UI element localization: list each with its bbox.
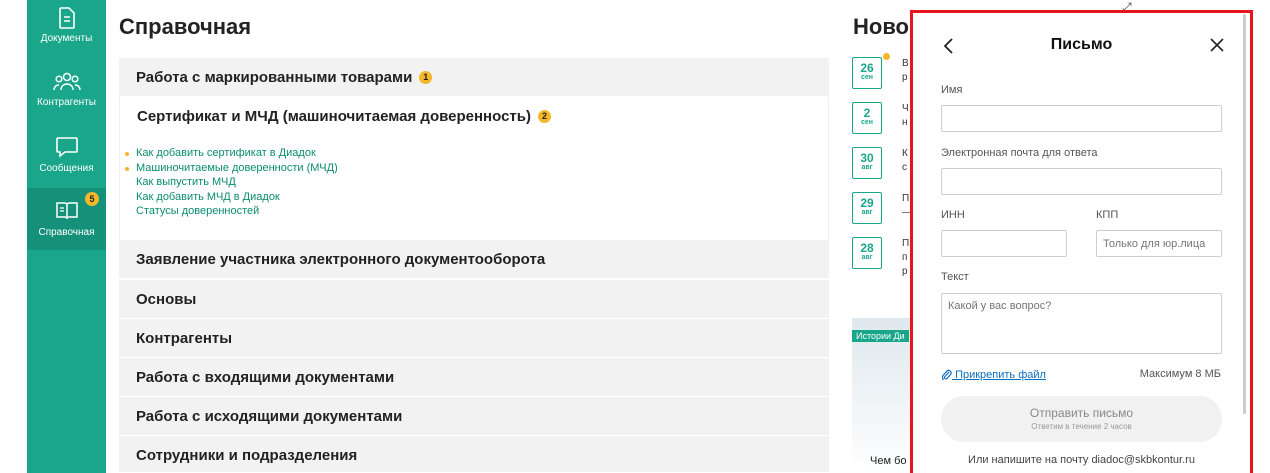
section-badge: 2 bbox=[537, 110, 551, 123]
section-incoming[interactable]: Работа с входящими документами bbox=[119, 358, 829, 397]
news-title: Ново bbox=[853, 14, 909, 39]
help-link[interactable]: Как добавить МЧД в Диадок bbox=[136, 190, 338, 205]
mail-note: Или напишите на почту diadoc@skbkontur.r… bbox=[968, 454, 1195, 466]
section-badge: 1 bbox=[419, 71, 433, 84]
max-size-note: Максимум 8 МБ bbox=[1139, 368, 1221, 380]
sidebar-item-counterparties[interactable]: Контрагенты bbox=[27, 68, 106, 130]
news-month: авг bbox=[861, 164, 873, 171]
text-label: Текст bbox=[941, 271, 969, 283]
sidebar-item-documents[interactable]: Документы bbox=[27, 4, 106, 66]
document-icon bbox=[58, 7, 75, 29]
section-title: Работа с маркированными товарами bbox=[136, 69, 413, 86]
news-date[interactable]: 30 авг bbox=[852, 147, 882, 179]
inn-label: ИНН bbox=[941, 209, 965, 221]
sidebar-item-help[interactable]: 5 Справочная bbox=[27, 188, 106, 250]
section-links: Как добавить сертификат в Диадок Машиноч… bbox=[125, 146, 338, 219]
news-day: 28 bbox=[860, 241, 874, 255]
name-field[interactable] bbox=[941, 105, 1222, 132]
section-title: Заявление участника электронного докумен… bbox=[136, 251, 546, 268]
message-textarea[interactable] bbox=[941, 293, 1222, 354]
email-field[interactable] bbox=[941, 168, 1222, 195]
sidebar-item-label: Сообщения bbox=[39, 163, 94, 174]
section-title: Контрагенты bbox=[136, 330, 233, 347]
unread-dot bbox=[883, 53, 890, 60]
send-letter-button[interactable]: Отправить письмо Ответим в течение 2 час… bbox=[941, 396, 1222, 442]
section-title: Работа с исходящими документами bbox=[136, 408, 403, 425]
panel-title: Письмо bbox=[1050, 36, 1113, 53]
attach-file-link[interactable]: Прикрепить файл bbox=[941, 368, 1046, 382]
section-outgoing[interactable]: Работа с исходящими документами bbox=[119, 397, 829, 436]
page: Документы Контрагенты Сообщения 5 Справо… bbox=[0, 0, 1270, 473]
section-marked-goods[interactable]: Работа с маркированными товарами 1 bbox=[119, 58, 829, 97]
chat-icon bbox=[55, 137, 78, 158]
sidebar-item-label: Документы bbox=[40, 33, 93, 44]
book-icon bbox=[55, 202, 78, 220]
news-month: сен bbox=[860, 74, 873, 81]
news-text[interactable]: В р bbox=[902, 57, 910, 87]
close-icon[interactable] bbox=[1210, 38, 1224, 57]
section-title: Сотрудники и подразделения bbox=[136, 447, 358, 464]
send-label: Отправить письмо bbox=[1029, 406, 1134, 420]
kpp-label: КПП bbox=[1096, 209, 1119, 221]
help-badge: 5 bbox=[85, 192, 99, 206]
section-title: Основы bbox=[136, 291, 197, 308]
news-day: 2 bbox=[863, 106, 871, 120]
help-link[interactable]: Как добавить сертификат в Диадок bbox=[125, 146, 338, 161]
news-month: сен bbox=[860, 119, 873, 126]
news-text[interactable]: К с bbox=[902, 147, 910, 177]
section-employees[interactable]: Сотрудники и подразделения bbox=[119, 436, 829, 473]
news-month: авг bbox=[861, 254, 873, 261]
news-day: 29 bbox=[860, 196, 874, 210]
name-label: Имя bbox=[941, 84, 963, 96]
news-date[interactable]: 26 сен bbox=[852, 57, 882, 89]
sidebar-item-label: Справочная bbox=[38, 227, 95, 238]
section-edo-application[interactable]: Заявление участника электронного докумен… bbox=[119, 240, 829, 279]
news-day: 26 bbox=[860, 61, 874, 75]
news-day: 30 bbox=[860, 151, 874, 165]
paperclip-icon bbox=[941, 369, 952, 382]
news-text[interactable]: Ч н bbox=[902, 102, 910, 132]
kpp-field[interactable] bbox=[1096, 230, 1222, 257]
section-header[interactable]: Сертификат и МЧД (машиночитаемая доверен… bbox=[137, 108, 551, 125]
news-date[interactable]: 2 сен bbox=[852, 102, 882, 134]
panel-scrollbar[interactable] bbox=[1243, 14, 1246, 414]
section-title: Сертификат и МЧД (машиночитаемая доверен… bbox=[137, 108, 531, 125]
help-link[interactable]: Статусы доверенностей bbox=[136, 204, 338, 219]
help-link[interactable]: Машиночитаемые доверенности (МЧД) bbox=[125, 161, 338, 176]
story-tag: Истории Ди bbox=[852, 330, 909, 342]
letter-panel: Письмо Имя Электронная почта для ответа … bbox=[910, 10, 1253, 473]
email-label: Электронная почта для ответа bbox=[941, 147, 1098, 159]
send-sublabel: Ответим в течение 2 часов bbox=[1031, 422, 1132, 431]
story-caption: Чем бо bbox=[870, 455, 907, 467]
section-basics[interactable]: Основы bbox=[119, 280, 829, 319]
section-title: Работа с входящими документами bbox=[136, 369, 395, 386]
page-title: Справочная bbox=[119, 14, 252, 39]
news-text[interactable]: П — bbox=[902, 192, 910, 222]
sidebar-item-messages[interactable]: Сообщения bbox=[27, 132, 106, 194]
inn-field[interactable] bbox=[941, 230, 1067, 257]
section-counterparties[interactable]: Контрагенты bbox=[119, 319, 829, 358]
sidebar: Документы Контрагенты Сообщения 5 Справо… bbox=[27, 0, 106, 473]
story-card[interactable]: Истории Ди Чем бо bbox=[852, 318, 912, 473]
attach-label: Прикрепить файл bbox=[955, 369, 1046, 381]
news-text[interactable]: П п р bbox=[902, 237, 910, 281]
help-link[interactable]: Как выпустить МЧД bbox=[136, 175, 338, 190]
news-month: авг bbox=[861, 209, 873, 216]
people-icon bbox=[52, 72, 81, 91]
sidebar-item-label: Контрагенты bbox=[37, 97, 96, 108]
news-date[interactable]: 29 авг bbox=[852, 192, 882, 224]
section-certificates-expanded: Сертификат и МЧД (машиночитаемая доверен… bbox=[119, 97, 829, 240]
news-date[interactable]: 28 авг bbox=[852, 237, 882, 269]
